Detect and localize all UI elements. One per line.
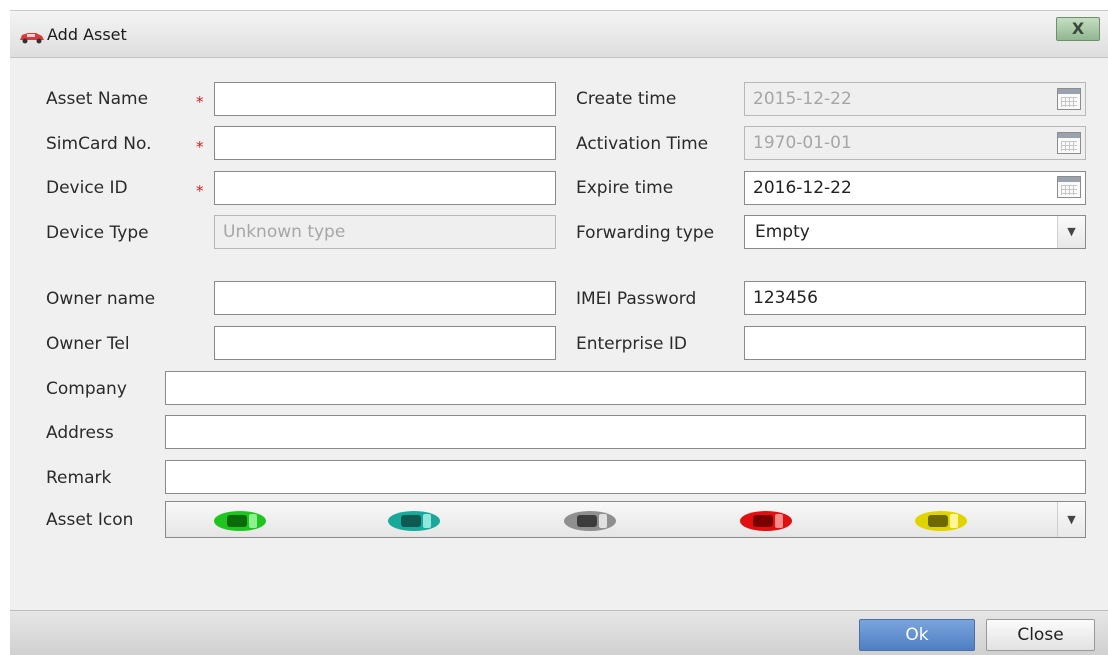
company-input[interactable]: [165, 371, 1086, 405]
company-label: Company: [46, 379, 127, 399]
simcard-no-label: SimCard No.: [46, 134, 152, 154]
create-time-field: 2015-12-22: [744, 82, 1086, 116]
device-id-label: Device ID: [46, 178, 128, 198]
imei-password-label: IMEI Password: [576, 289, 697, 309]
forwarding-type-select[interactable]: Empty ▼: [744, 215, 1086, 249]
forwarding-type-label: Forwarding type: [576, 223, 715, 243]
close-icon[interactable]: X: [1056, 17, 1100, 41]
green-car-icon[interactable]: [213, 510, 267, 532]
enterprise-id-label: Enterprise ID: [576, 334, 687, 354]
asset-name-label: Asset Name: [46, 89, 149, 109]
asset-icon-label: Asset Icon: [46, 510, 134, 530]
gray-car-icon[interactable]: [563, 510, 617, 532]
chevron-down-icon[interactable]: ▼: [1057, 216, 1085, 248]
dialog-title: Add Asset: [47, 25, 127, 44]
expire-time-label: Expire time: [576, 178, 674, 198]
owner-tel-input[interactable]: [214, 326, 556, 360]
required-marker: *: [196, 182, 204, 200]
expire-time-input[interactable]: [744, 171, 1086, 205]
calendar-icon[interactable]: [1057, 176, 1081, 198]
owner-name-label: Owner name: [46, 289, 156, 309]
activation-time-field: 1970-01-01: [744, 126, 1086, 160]
yellow-car-icon[interactable]: [914, 510, 968, 532]
calendar-icon[interactable]: [1057, 132, 1081, 154]
address-input[interactable]: [165, 415, 1086, 449]
create-time-label: Create time: [576, 89, 677, 109]
ok-button[interactable]: Ok: [859, 619, 975, 651]
car-icon: [18, 29, 46, 48]
remark-input[interactable]: [165, 460, 1086, 494]
asset-name-input[interactable]: [214, 82, 556, 116]
imei-password-input[interactable]: [744, 281, 1086, 315]
close-button[interactable]: Close: [986, 619, 1095, 651]
device-type-field: Unknown type: [214, 215, 556, 249]
asset-icon-select[interactable]: ▼: [165, 501, 1086, 538]
required-marker: *: [196, 138, 204, 156]
address-label: Address: [46, 423, 114, 443]
owner-tel-label: Owner Tel: [46, 334, 130, 354]
enterprise-id-input[interactable]: [744, 326, 1086, 360]
required-marker: *: [196, 93, 204, 111]
dialog-titlebar: Add Asset X: [10, 11, 1108, 58]
dialog-footer: Ok Close: [10, 610, 1108, 655]
owner-name-input[interactable]: [214, 281, 556, 315]
calendar-icon[interactable]: [1057, 88, 1081, 110]
add-asset-dialog: Add Asset X Asset Name * SimCard No. * D…: [10, 10, 1108, 655]
remark-label: Remark: [46, 468, 112, 488]
forwarding-type-value: Empty: [755, 222, 810, 242]
chevron-down-icon[interactable]: ▼: [1057, 502, 1085, 537]
red-car-icon[interactable]: [739, 510, 793, 532]
teal-car-icon[interactable]: [387, 510, 441, 532]
simcard-no-input[interactable]: [214, 126, 556, 160]
activation-time-label: Activation Time: [576, 134, 709, 154]
device-type-label: Device Type: [46, 223, 149, 243]
device-id-input[interactable]: [214, 171, 556, 205]
